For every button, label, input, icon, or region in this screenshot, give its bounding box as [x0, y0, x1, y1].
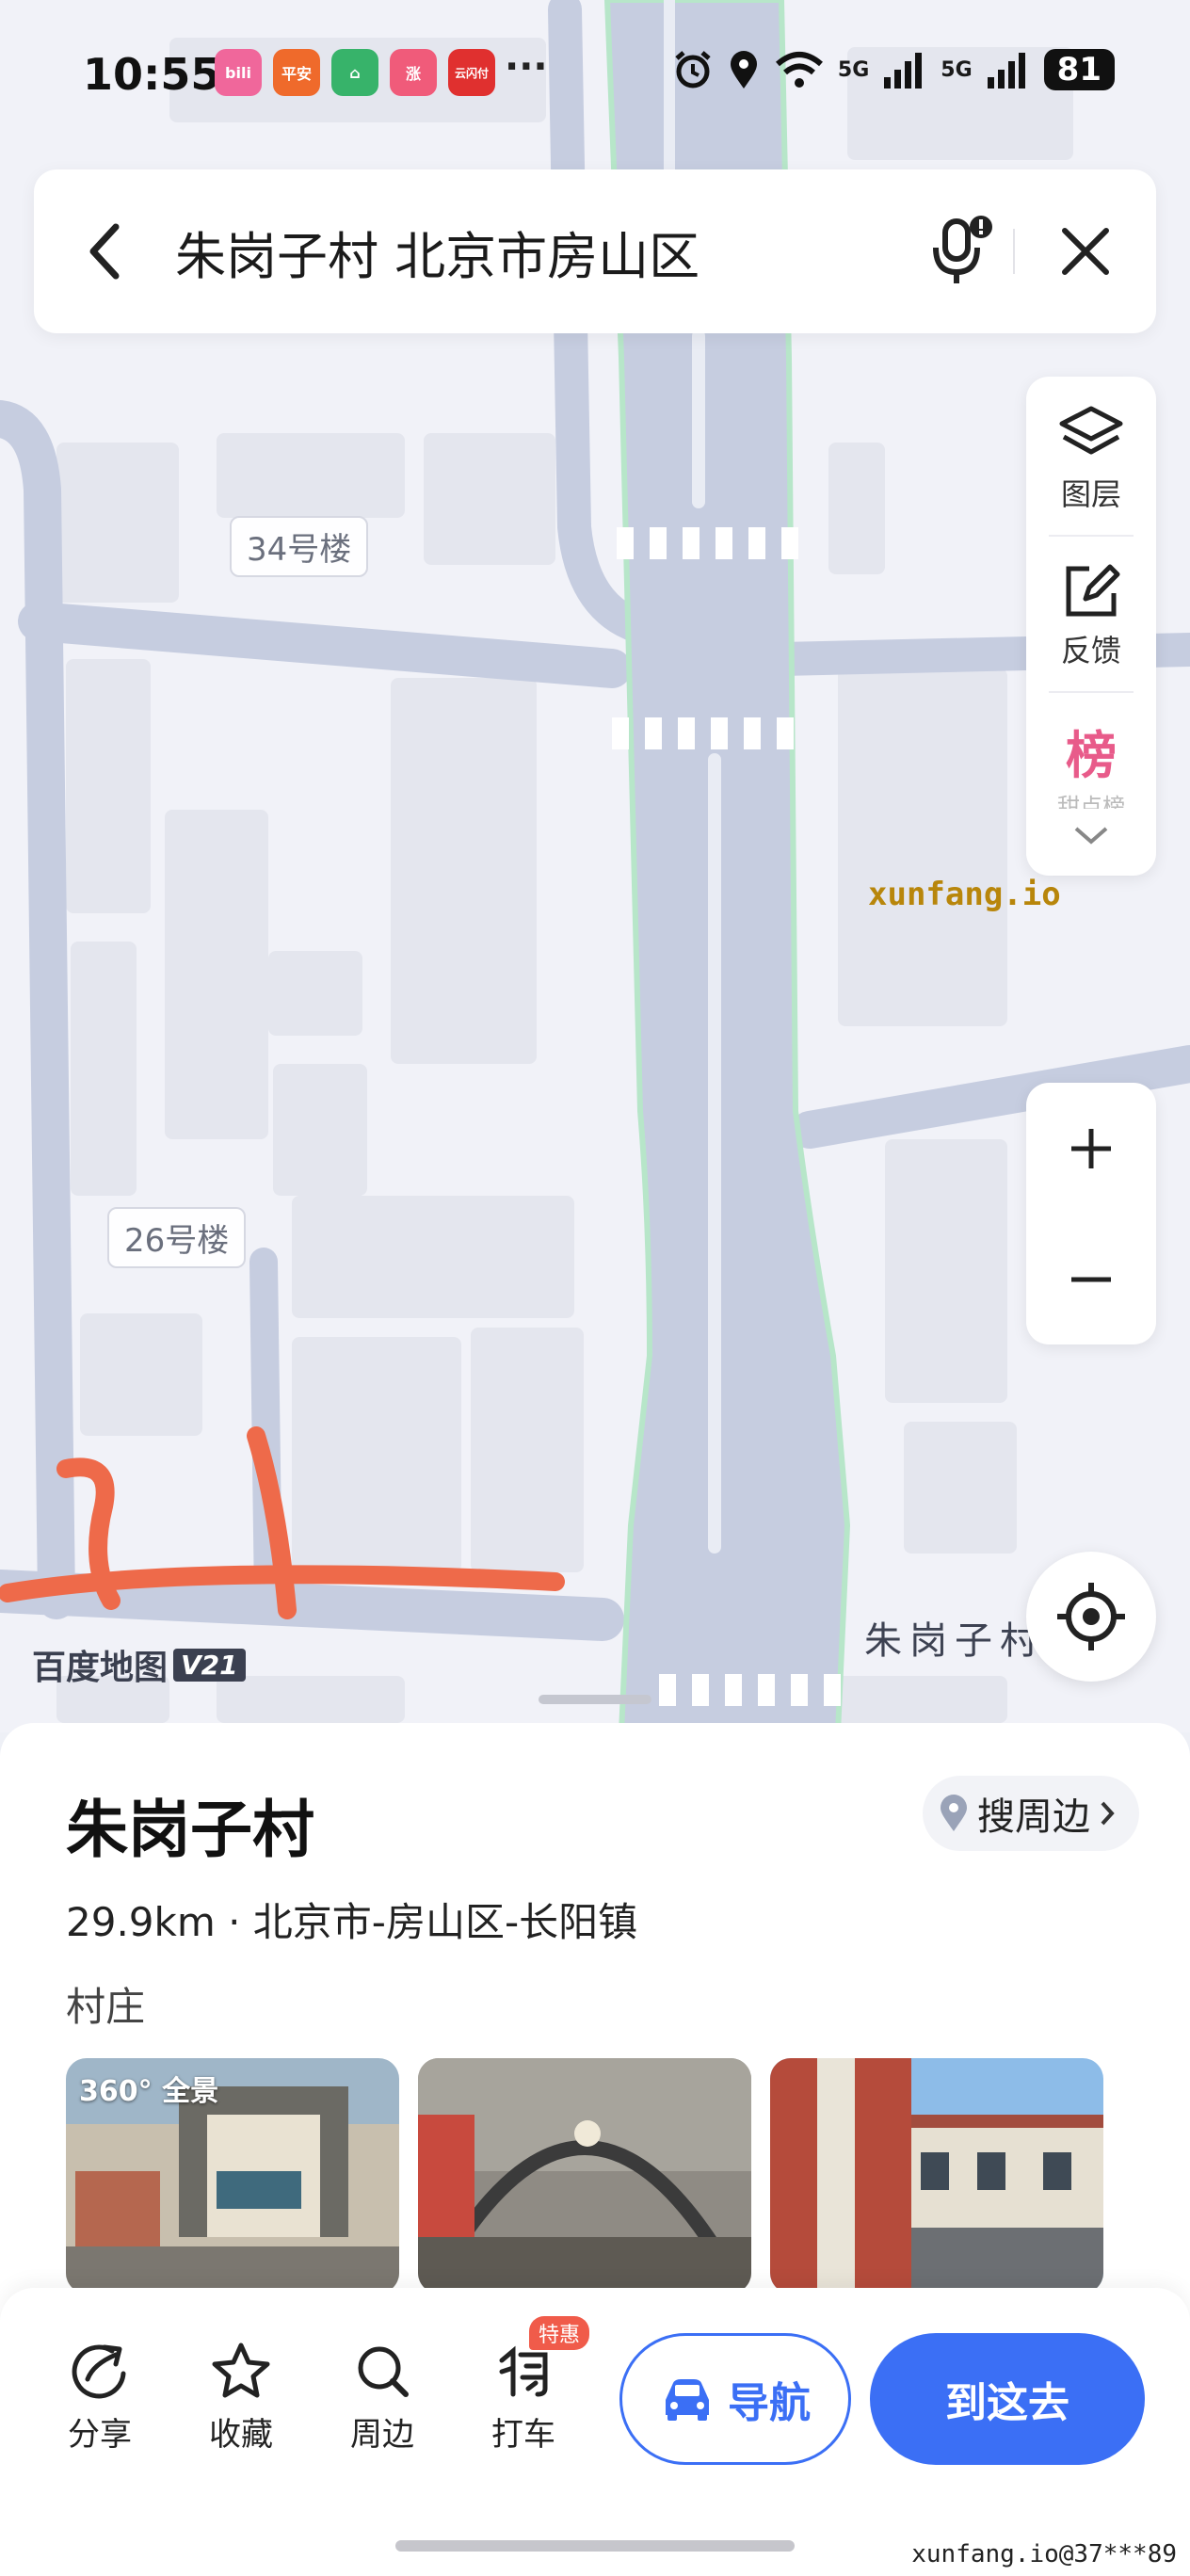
home-indicator[interactable]: [395, 2540, 795, 2552]
logo-version: V21: [173, 1648, 246, 1682]
minus-icon: [1071, 1277, 1111, 1281]
ranking-label: 甜点榜: [1057, 794, 1125, 809]
taxi-icon: [499, 2345, 548, 2397]
nearby-button[interactable]: 周边: [326, 2333, 439, 2455]
taxi-button[interactable]: 打车: [467, 2333, 580, 2455]
signal-label-2: 5G: [941, 57, 973, 82]
navigate-button[interactable]: 导航: [619, 2333, 851, 2465]
location-icon: [730, 51, 757, 89]
zoom-controls: [1026, 1083, 1156, 1344]
tools-divider: [1049, 691, 1134, 693]
search-bar[interactable]: 朱岗子村 北京市房山区: [34, 169, 1156, 333]
zhang-app-icon: 涨: [390, 49, 437, 96]
clear-search-button[interactable]: [1015, 169, 1156, 333]
close-icon: [1062, 228, 1109, 275]
voice-search-button[interactable]: [909, 169, 1013, 333]
pingan-securities-icon: 平安: [273, 49, 320, 96]
pin-icon: [941, 1795, 967, 1831]
home-app-icon: ⌂: [331, 49, 378, 96]
status-bar: 10:55 bili 平安 ⌂ 涨 云闪付 ··· 5G 5G 81: [0, 38, 1190, 113]
favorite-button[interactable]: 收藏: [185, 2333, 298, 2455]
signal-bars-icon: [884, 53, 923, 89]
feedback-button[interactable]: 反馈: [1026, 561, 1156, 670]
layers-label: 图层: [1060, 476, 1121, 512]
more-notifications-icon: ···: [505, 45, 548, 89]
search-nearby-button[interactable]: 搜周边: [923, 1776, 1139, 1851]
expand-tools-button[interactable]: [1026, 819, 1156, 855]
signal-bars-icon-2: [987, 53, 1025, 89]
sheet-handle[interactable]: [539, 1695, 651, 1704]
map-tools-panel: 图层 反馈 榜 甜点榜: [1026, 377, 1156, 876]
share-icon: [72, 2344, 126, 2399]
status-right: 5G 5G 81: [672, 49, 1115, 90]
action-bar: 分享 收藏 周边 打车 特惠 导航 到这去: [0, 2288, 1190, 2576]
search-icon: [358, 2346, 409, 2397]
status-time: 10:55: [83, 49, 221, 100]
photo-archway: [418, 2058, 751, 2294]
locate-icon: [1057, 1583, 1125, 1650]
building-label-34[interactable]: 34号楼: [230, 516, 369, 577]
back-button[interactable]: [34, 169, 175, 333]
baidu-map-logo: 百度地图 V21: [32, 1640, 246, 1689]
logo-text: 百度地图: [32, 1649, 169, 1687]
nearby-label: 周边: [350, 2416, 414, 2454]
locate-me-button[interactable]: [1026, 1552, 1156, 1682]
wifi-icon: [775, 52, 823, 88]
go-here-button[interactable]: 到这去: [870, 2333, 1145, 2465]
chevron-down-icon: [1074, 827, 1108, 845]
zoom-out-button[interactable]: [1026, 1214, 1156, 1344]
taxi-promo-badge: 特惠: [529, 2316, 590, 2350]
chevron-right-icon: [1101, 1801, 1115, 1826]
place-photo-2[interactable]: [418, 2058, 751, 2294]
feedback-label: 反馈: [1060, 633, 1121, 668]
favorite-label: 收藏: [209, 2416, 273, 2454]
photo-village-committee: [770, 2058, 1103, 2294]
battery-level: 81: [1043, 49, 1115, 90]
place-type: 村庄: [66, 1984, 146, 2030]
chevron-left-icon: [89, 223, 120, 280]
edit-icon: [1066, 564, 1120, 617]
place-photo-3[interactable]: [770, 2058, 1103, 2294]
layers-button[interactable]: 图层: [1026, 405, 1156, 514]
ranking-icon: 榜: [1066, 726, 1117, 785]
cloud-pay-icon: 云闪付: [448, 49, 495, 96]
plus-icon: [1071, 1128, 1111, 1168]
ranking-button[interactable]: 榜 甜点榜: [1026, 714, 1156, 809]
search-input[interactable]: 朱岗子村 北京市房山区: [175, 215, 909, 289]
search-nearby-label: 搜周边: [977, 1795, 1090, 1839]
panorama-badge: 360° 全景: [79, 2075, 219, 2108]
map-watermark: xunfang.io: [868, 876, 1061, 913]
panorama-photo[interactable]: 360° 全景: [66, 2058, 399, 2294]
alarm-icon: [675, 51, 711, 89]
zoom-in-button[interactable]: [1026, 1083, 1156, 1214]
signal-label-1: 5G: [837, 57, 870, 82]
layers-icon: [1059, 406, 1123, 455]
share-button[interactable]: 分享: [43, 2333, 156, 2455]
car-icon: [666, 2379, 709, 2421]
notification-icons: bili 平安 ⌂ 涨 云闪付: [215, 49, 495, 96]
taxi-label: 打车: [491, 2416, 555, 2454]
microphone-icon: [933, 216, 992, 283]
tools-divider: [1049, 535, 1134, 537]
navigate-label: 导航: [728, 2379, 811, 2427]
footer-watermark: xunfang.io@37***89: [911, 2540, 1177, 2568]
place-distance-address: 29.9km · 北京市-房山区-长阳镇: [66, 1899, 638, 1945]
place-title: 朱岗子村: [66, 1794, 314, 1866]
share-label: 分享: [68, 2416, 132, 2454]
star-icon: [212, 2343, 270, 2398]
road-label: 朱岗子村: [864, 1619, 1045, 1663]
building-label-26[interactable]: 26号楼: [107, 1207, 247, 1268]
bilibili-icon: bili: [215, 49, 262, 96]
